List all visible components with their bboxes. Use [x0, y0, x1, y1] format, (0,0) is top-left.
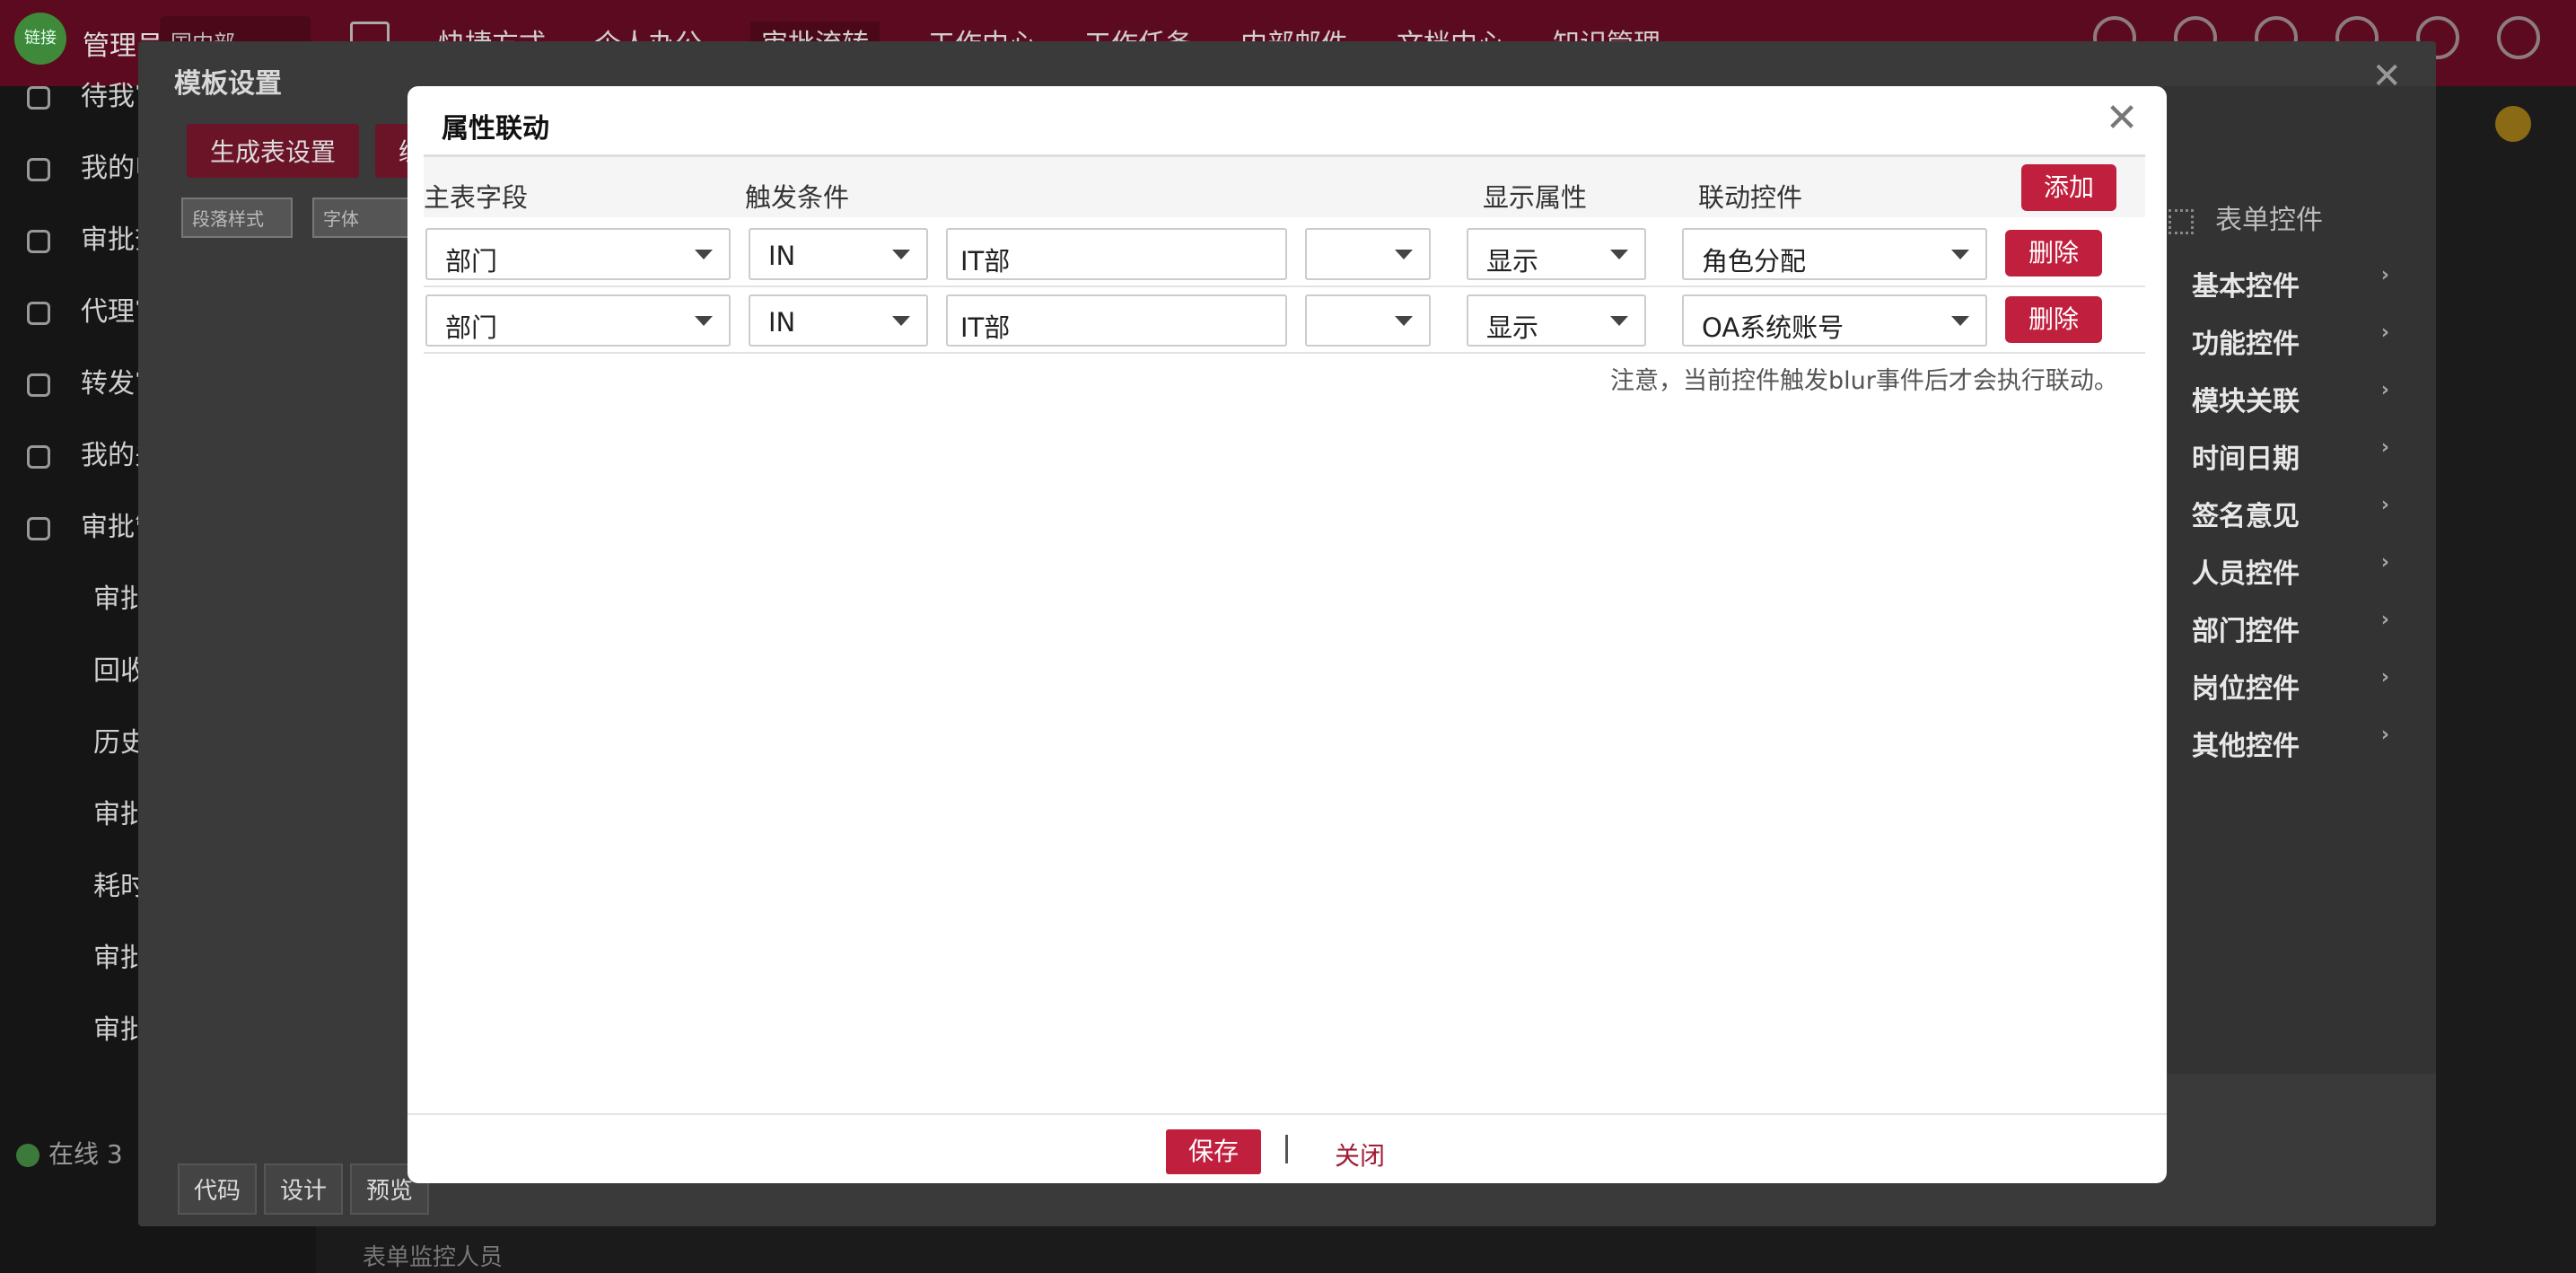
caret-down-icon	[695, 316, 713, 326]
display-attr-select[interactable]: 显示	[1467, 294, 1646, 347]
user-icon	[16, 1144, 39, 1167]
tab-code[interactable]: 代码	[178, 1163, 258, 1215]
control-group-item[interactable]: 岗位控件 ›	[2192, 666, 2389, 706]
caret-down-icon	[1610, 250, 1628, 259]
tab-design[interactable]: 设计	[264, 1163, 344, 1215]
chevron-right-icon: ›	[2380, 724, 2389, 746]
logic-select[interactable]	[1305, 228, 1431, 280]
table-header: 主表字段 触发条件 显示属性 联动控件 添加	[424, 154, 2145, 217]
chevron-right-icon: ›	[2380, 379, 2389, 401]
control-group-item[interactable]: 部门控件 ›	[2192, 609, 2389, 648]
chevron-right-icon: ›	[2380, 666, 2389, 689]
control-group-item[interactable]: 其他控件 ›	[2192, 724, 2389, 763]
control-group-item[interactable]: 基本控件 ›	[2192, 264, 2389, 303]
delete-button[interactable]: 删除	[2005, 230, 2102, 277]
online-status: 在线 3	[16, 1135, 123, 1171]
attribute-linkage-dialog: 属性联动 ✕ 主表字段 触发条件 显示属性 联动控件 添加 部门 IN IT部 …	[407, 86, 2167, 1183]
row-divider	[424, 352, 2145, 354]
document-icon	[27, 516, 50, 540]
panel-title: 模板设置	[174, 68, 282, 100]
add-button[interactable]: 添加	[2021, 164, 2116, 211]
main-field-select[interactable]: 部门	[425, 294, 731, 347]
agent-icon	[27, 301, 50, 325]
inbox-icon	[27, 85, 50, 110]
badge-icon	[2495, 106, 2531, 142]
close-icon[interactable]: ✕	[2104, 99, 2140, 138]
caret-down-icon	[892, 316, 910, 326]
linked-control-select[interactable]: OA系统账号	[1682, 294, 1987, 347]
editor-mode-tabs: 代码 设计 预览	[178, 1163, 430, 1215]
grid-icon	[2169, 208, 2194, 234]
chevron-right-icon: ›	[2380, 264, 2389, 286]
column-display-attr: 显示属性	[1483, 182, 1588, 213]
control-group-item[interactable]: 模块关联 ›	[2192, 379, 2389, 418]
condition-value-input[interactable]: IT部	[946, 294, 1287, 347]
control-group-item[interactable]: 人员控件 ›	[2192, 551, 2389, 591]
chevron-right-icon: ›	[2380, 321, 2389, 344]
save-button[interactable]: 保存	[1166, 1129, 1261, 1174]
control-group-item[interactable]: 时间日期 ›	[2192, 436, 2389, 476]
column-linked-control: 联动控件	[1698, 182, 1803, 213]
form-controls-title: 表单控件	[2169, 198, 2323, 237]
column-trigger: 触发条件	[745, 182, 850, 213]
chevron-right-icon: ›	[2380, 609, 2389, 631]
heart-icon	[27, 444, 50, 469]
caret-down-icon	[1951, 250, 1969, 259]
row-divider	[424, 285, 2145, 287]
operator-select[interactable]: IN	[749, 228, 928, 280]
control-group-item[interactable]: 功能控件 ›	[2192, 321, 2389, 361]
column-main-field: 主表字段	[424, 182, 529, 213]
chevron-right-icon: ›	[2380, 551, 2389, 574]
condition-value-input[interactable]: IT部	[946, 228, 1287, 280]
delete-button[interactable]: 删除	[2005, 296, 2102, 343]
generate-table-button[interactable]: 生成表设置	[187, 124, 360, 178]
linked-control-select[interactable]: 角色分配	[1682, 228, 1987, 280]
caret-down-icon	[1610, 316, 1628, 326]
caret-down-icon	[695, 250, 713, 259]
control-group-item[interactable]: 签名意见 ›	[2192, 494, 2389, 533]
forward-icon	[27, 373, 50, 397]
app-logo: 链接	[14, 13, 66, 65]
dialog-title: 属性联动	[442, 113, 549, 145]
chevron-right-icon: ›	[2380, 494, 2389, 516]
search-icon	[27, 157, 50, 181]
chevron-right-icon: ›	[2380, 436, 2389, 459]
font-select[interactable]: 字体	[312, 198, 411, 238]
main-field-select[interactable]: 部门	[425, 228, 731, 280]
linkage-note: 注意，当前控件触发blur事件后才会执行联动。	[1610, 367, 2118, 395]
close-button[interactable]: 关闭	[1335, 1137, 1385, 1172]
power-icon[interactable]	[2497, 16, 2540, 59]
caret-down-icon	[1395, 250, 1413, 259]
footer-separator	[1285, 1135, 1288, 1163]
display-attr-select[interactable]: 显示	[1467, 228, 1646, 280]
caret-down-icon	[1951, 316, 1969, 326]
caret-down-icon	[1395, 316, 1413, 326]
search-icon	[27, 229, 50, 253]
operator-select[interactable]: IN	[749, 294, 928, 347]
caret-down-icon	[892, 250, 910, 259]
logic-select[interactable]	[1305, 294, 1431, 347]
form-monitor-label: 表单监控人员	[363, 1244, 504, 1271]
footer-divider	[407, 1113, 2167, 1115]
paragraph-style-select[interactable]: 段落样式	[181, 198, 293, 238]
